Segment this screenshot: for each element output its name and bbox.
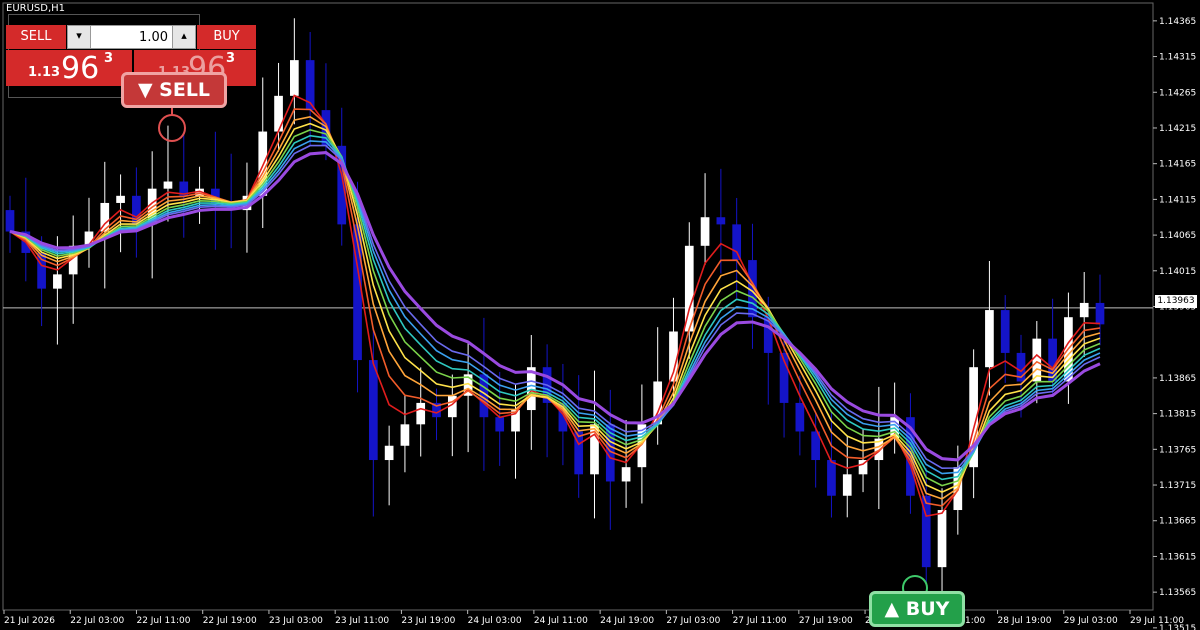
x-tick-label: 22 Jul 03:00 (70, 616, 124, 626)
candle-body (163, 181, 173, 189)
candle-body (116, 195, 125, 203)
candle-body (1079, 302, 1089, 318)
current-price-tag: 1.13963 (1155, 295, 1197, 308)
x-tick-label: 23 Jul 19:00 (401, 616, 455, 626)
candle-body (400, 424, 410, 446)
y-tick-label: 1.14065 (1159, 231, 1196, 241)
candle-body (1000, 310, 1010, 353)
candle-body (985, 310, 994, 368)
candle-body (842, 474, 852, 496)
x-tick-label: 24 Jul 11:00 (534, 616, 588, 626)
y-tick-label: 1.13715 (1159, 481, 1196, 491)
candle-body (384, 445, 394, 461)
candle-body (827, 460, 836, 496)
bid-pipette: 3 (104, 51, 114, 66)
candle-body (416, 402, 426, 425)
x-tick-label: 24 Jul 03:00 (468, 616, 522, 626)
x-tick-label: 23 Jul 11:00 (335, 616, 389, 626)
x-tick-label: 21 Jul 2026 (4, 616, 55, 626)
candle-body (700, 217, 710, 246)
y-tick-label: 1.14365 (1159, 17, 1196, 27)
sell-signal-marker (158, 114, 186, 142)
x-tick-label: 22 Jul 11:00 (136, 616, 190, 626)
candle-body (716, 217, 726, 225)
y-tick-label: 1.13865 (1159, 374, 1196, 384)
x-tick-label: 24 Jul 19:00 (600, 616, 654, 626)
candle-body (763, 317, 773, 353)
candle-body (274, 95, 283, 132)
bid-quote[interactable]: 1.13 96 3 (6, 50, 132, 86)
candle-body (732, 224, 742, 261)
candle-body (621, 467, 631, 482)
x-tick-label: 27 Jul 03:00 (666, 616, 720, 626)
candle-body (5, 210, 15, 232)
x-tick-label: 27 Jul 11:00 (733, 616, 787, 626)
x-tick-label: 22 Jul 19:00 (203, 616, 257, 626)
y-tick-label: 1.13765 (1159, 445, 1196, 455)
symbol-label: EURUSD,H1 (6, 3, 66, 14)
candle-body (53, 274, 62, 289)
candle-body (290, 60, 299, 96)
buy-signal-badge: ▲ BUY (869, 591, 965, 627)
sell-button[interactable]: SELL (6, 25, 66, 49)
bid-prefix: 1.13 (28, 65, 61, 80)
plus-icon[interactable]: ▴ (172, 26, 195, 48)
y-tick-label: 1.14315 (1159, 53, 1196, 63)
y-tick-label: 1.14015 (1159, 267, 1196, 277)
bid-big-digits: 96 (61, 51, 100, 86)
candle-body (1095, 302, 1105, 325)
x-tick-label: 29 Jul 11:00 (1130, 616, 1184, 626)
sell-signal-badge: ▼ SELL (121, 72, 227, 108)
x-tick-label: 23 Jul 03:00 (269, 616, 323, 626)
lot-stepper[interactable]: ▾ ▴ (67, 25, 196, 49)
candle-body (368, 360, 378, 461)
y-tick-label: 1.13565 (1159, 588, 1196, 598)
y-tick-label: 1.14115 (1159, 195, 1196, 205)
y-tick-label: 1.14265 (1159, 88, 1196, 98)
candle-body (795, 402, 805, 432)
y-tick-label: 1.14165 (1159, 160, 1196, 170)
y-tick-label: 1.13815 (1159, 410, 1196, 420)
ma-ribbon-line (9, 94, 1101, 518)
ma-ribbon-line (9, 144, 1101, 470)
x-tick-label: 27 Jul 19:00 (799, 616, 853, 626)
candle-body (495, 417, 505, 432)
candle-body (937, 510, 947, 568)
y-tick-label: 1.14215 (1159, 124, 1196, 134)
x-tick-label: 29 Jul 03:00 (1064, 616, 1118, 626)
lot-size-input[interactable] (92, 26, 172, 48)
y-tick-label: 1.13665 (1159, 517, 1196, 527)
buy-button[interactable]: BUY (197, 25, 256, 49)
y-tick-label: 1.13615 (1159, 552, 1196, 562)
minus-icon[interactable]: ▾ (68, 26, 91, 48)
x-tick-label: 28 Jul 19:00 (998, 616, 1052, 626)
ma-ribbon-line (9, 151, 1101, 462)
ask-pipette: 3 (226, 51, 236, 66)
ma-ribbon-line (9, 140, 1101, 475)
